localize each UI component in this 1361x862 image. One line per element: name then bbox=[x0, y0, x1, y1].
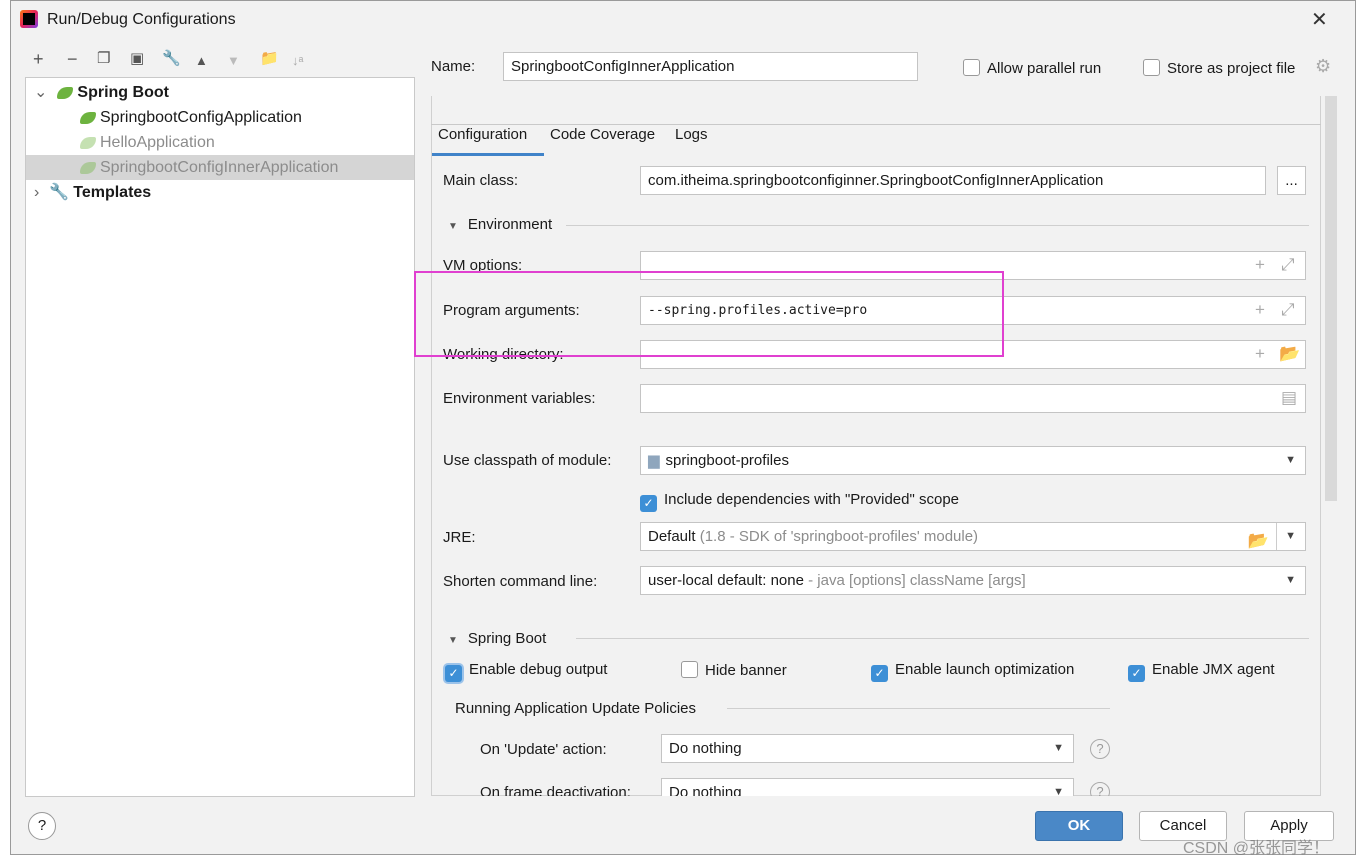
chevron-down-icon: ▼ bbox=[1285, 454, 1296, 466]
environment-section[interactable]: ▼ Environment bbox=[448, 216, 552, 233]
tree-item[interactable]: SpringbootConfigApplication bbox=[80, 105, 302, 130]
launch-optimization-checkbox[interactable]: ✓ Enable launch optimization bbox=[871, 661, 1074, 682]
plus-icon[interactable]: + bbox=[1255, 344, 1265, 364]
add-icon[interactable]: + bbox=[33, 49, 44, 70]
scrollbar[interactable] bbox=[1325, 96, 1337, 501]
tab-configuration[interactable]: Configuration bbox=[438, 126, 527, 143]
spring-boot-icon bbox=[80, 111, 96, 124]
name-label: Name: bbox=[431, 58, 476, 75]
tree-group-spring-boot[interactable]: ⌄ Spring Boot bbox=[34, 80, 169, 105]
save-icon[interactable]: ▣ bbox=[130, 49, 144, 67]
frame-deactivation-select[interactable]: Do nothing ▼ bbox=[661, 778, 1074, 796]
expand-icon[interactable]: ⤢ bbox=[1281, 300, 1295, 320]
intellij-logo-icon bbox=[20, 10, 38, 28]
tree-item-selected[interactable]: SpringbootConfigInnerApplication bbox=[26, 155, 414, 180]
tree-group-templates[interactable]: › 🔧 Templates bbox=[34, 180, 151, 205]
chevron-down-icon: ▼ bbox=[1053, 786, 1064, 796]
browse-button[interactable]: ... bbox=[1277, 166, 1306, 195]
highlight-box bbox=[414, 271, 1004, 357]
include-deps-checkbox[interactable]: ✓ Include dependencies with "Provided" sc… bbox=[640, 491, 959, 512]
jre-label: JRE: bbox=[443, 529, 476, 546]
move-up-icon[interactable]: ▲ bbox=[195, 53, 208, 68]
remove-icon[interactable]: − bbox=[67, 49, 78, 70]
debug-output-checkbox[interactable]: ✓ Enable debug output bbox=[445, 661, 607, 682]
window-title: Run/Debug Configurations bbox=[47, 11, 236, 28]
main-class-label: Main class: bbox=[443, 172, 519, 189]
plus-icon[interactable]: + bbox=[1255, 300, 1265, 320]
jre-select[interactable]: Default (1.8 - SDK of 'springboot-profil… bbox=[640, 522, 1306, 551]
shorten-label: Shorten command line: bbox=[443, 573, 598, 590]
config-tree: ⌄ Spring Boot SpringbootConfigApplication… bbox=[25, 77, 415, 797]
sort-icon[interactable]: ↓ᵃ bbox=[292, 53, 303, 68]
name-input[interactable]: SpringbootConfigInnerApplication bbox=[503, 52, 918, 81]
wrench-icon[interactable]: 🔧 bbox=[162, 49, 181, 67]
spring-boot-icon bbox=[80, 136, 96, 149]
classpath-select[interactable]: ▆ springboot-profiles ▼ bbox=[640, 446, 1306, 475]
tab-code-coverage[interactable]: Code Coverage bbox=[550, 126, 655, 143]
run-debug-dialog: Run/Debug Configurations ✕ + − ❐ ▣ 🔧 ▲ ▼… bbox=[10, 0, 1356, 855]
update-action-select[interactable]: Do nothing ▼ bbox=[661, 734, 1074, 763]
move-down-icon: ▼ bbox=[227, 53, 240, 68]
watermark: CSDN @张张同学！ bbox=[1183, 840, 1330, 857]
help-icon[interactable]: ? bbox=[1090, 739, 1110, 759]
environment-variables-input[interactable] bbox=[640, 384, 1306, 413]
document-icon[interactable]: ▤ bbox=[1281, 388, 1297, 408]
policies-title: Running Application Update Policies bbox=[455, 700, 696, 717]
module-folder-icon: ▆ bbox=[648, 452, 660, 469]
chevron-down-icon: ▼ bbox=[1053, 742, 1064, 754]
frame-deactivation-label: On frame deactivation: bbox=[480, 784, 631, 796]
spring-boot-icon bbox=[80, 161, 96, 174]
new-folder-icon[interactable]: 📁 bbox=[260, 49, 279, 67]
help-icon[interactable]: ? bbox=[1090, 782, 1110, 796]
gear-icon[interactable]: ⚙ bbox=[1315, 56, 1331, 77]
shorten-select[interactable]: user-local default: none - java [options… bbox=[640, 566, 1306, 595]
chevron-down-icon: ▼ bbox=[1285, 530, 1296, 542]
classpath-label: Use classpath of module: bbox=[443, 452, 612, 469]
ok-button[interactable]: OK bbox=[1035, 811, 1123, 841]
help-button[interactable]: ? bbox=[28, 812, 56, 840]
allow-parallel-checkbox[interactable]: Allow parallel run bbox=[963, 59, 1101, 77]
spring-boot-section[interactable]: ▼ Spring Boot bbox=[448, 630, 546, 647]
environment-variables-label: Environment variables: bbox=[443, 390, 596, 407]
folder-icon: 📂 bbox=[1247, 531, 1269, 550]
tree-item[interactable]: HelloApplication bbox=[80, 130, 215, 155]
expand-icon[interactable]: ⤢ bbox=[1281, 255, 1295, 275]
chevron-down-icon: ▼ bbox=[1285, 574, 1296, 586]
hide-banner-checkbox[interactable]: Hide banner bbox=[681, 661, 787, 679]
copy-icon[interactable]: ❐ bbox=[97, 49, 110, 67]
update-action-label: On 'Update' action: bbox=[480, 741, 607, 758]
store-project-checkbox[interactable]: Store as project file bbox=[1143, 59, 1295, 77]
close-icon[interactable]: ✕ bbox=[1311, 7, 1328, 32]
folder-icon[interactable]: 📂 bbox=[1279, 344, 1300, 364]
main-class-input[interactable]: com.itheima.springbootconfiginner.Spring… bbox=[640, 166, 1266, 195]
jmx-agent-checkbox[interactable]: ✓ Enable JMX agent bbox=[1128, 661, 1275, 682]
wrench-icon: 🔧 bbox=[49, 184, 70, 201]
plus-icon[interactable]: + bbox=[1255, 255, 1265, 275]
tab-logs[interactable]: Logs bbox=[675, 126, 708, 143]
